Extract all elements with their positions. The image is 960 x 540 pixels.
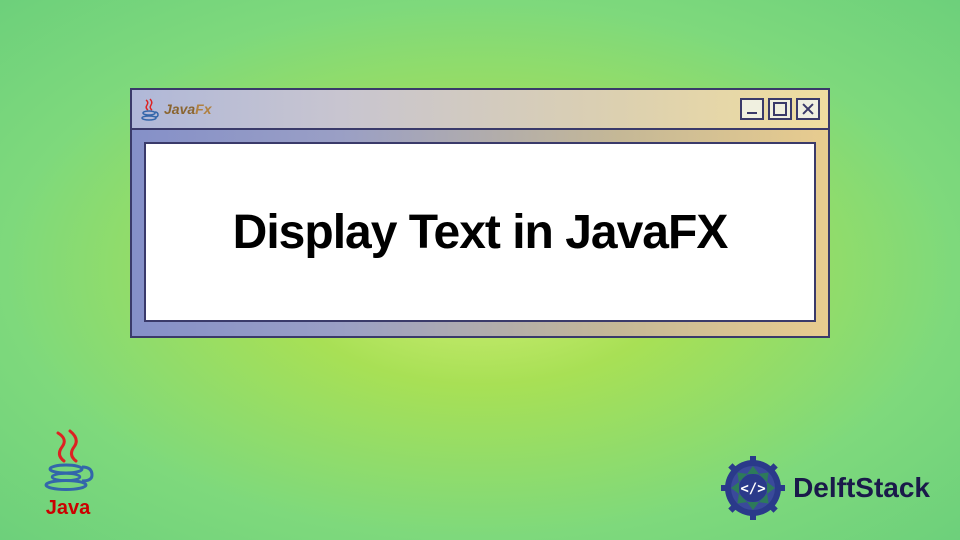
java-logo: Java [40,429,96,520]
delftstack-badge-icon: </> [721,456,785,520]
java-logo-label: Java [46,497,91,520]
delftstack-label: DelftStack [793,472,930,504]
titlebar[interactable]: JavaFx [132,90,828,130]
close-button[interactable] [796,98,820,120]
java-icon [140,97,160,121]
delftstack-logo: </> DelftStack [721,456,930,520]
titlebar-title: JavaFx [140,97,212,121]
minimize-button[interactable] [740,98,764,120]
app-window: JavaFx Display Text in JavaFX [130,88,830,338]
main-text: Display Text in JavaFX [233,205,728,260]
app-title: JavaFx [164,101,212,117]
content-area: Display Text in JavaFX [144,142,816,322]
window-controls [740,98,820,120]
maximize-button[interactable] [768,98,792,120]
java-cup-icon [40,429,96,495]
svg-text:</>: </> [740,481,765,497]
